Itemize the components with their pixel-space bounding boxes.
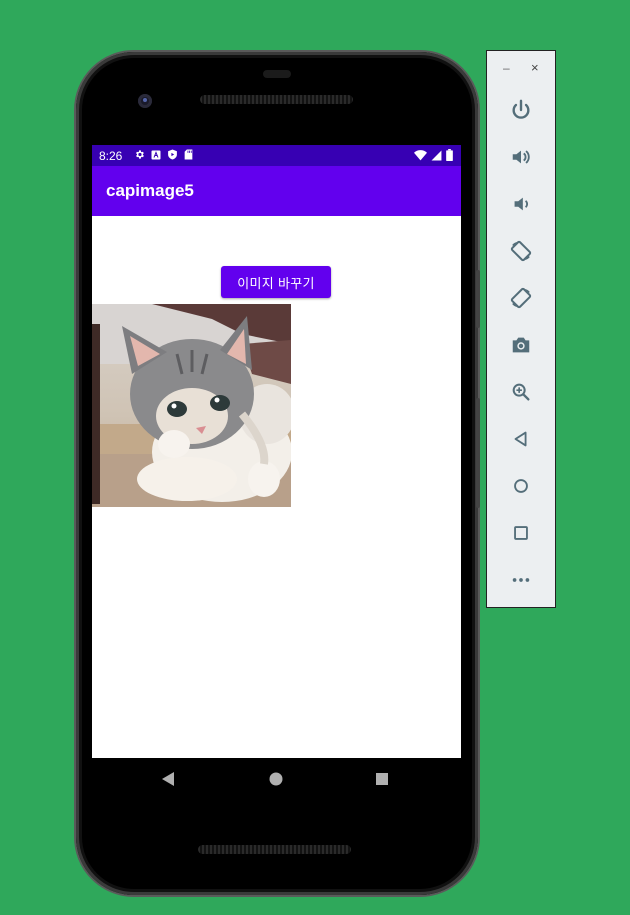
battery-icon — [446, 149, 453, 161]
phone-power-key — [476, 270, 480, 328]
power-icon[interactable] — [508, 97, 534, 123]
home-icon[interactable] — [508, 473, 534, 499]
front-camera-icon — [138, 94, 152, 108]
a-badge-icon — [151, 150, 161, 160]
app-title: capimage5 — [106, 181, 194, 200]
earpiece — [263, 70, 291, 78]
home-icon[interactable] — [268, 770, 286, 788]
sd-card-icon — [184, 149, 193, 160]
recents-icon[interactable] — [374, 770, 392, 788]
kitten-photo — [92, 304, 291, 507]
change-image-button[interactable]: 이미지 바꾸기 — [221, 266, 331, 298]
back-icon[interactable] — [508, 426, 534, 452]
settings-icon — [134, 149, 145, 160]
overview-icon[interactable] — [508, 520, 534, 546]
back-icon[interactable] — [160, 770, 178, 788]
rotate-right-icon[interactable] — [508, 285, 534, 311]
cell-signal-icon — [431, 150, 442, 161]
app-bar: capimage5 — [92, 166, 461, 216]
status-time: 8:26 — [99, 149, 123, 163]
screenshot-icon[interactable] — [508, 332, 534, 358]
status-bar: 8:26 — [92, 145, 461, 166]
phone-volume-key — [476, 398, 480, 508]
wifi-icon — [414, 149, 427, 161]
more-icon[interactable] — [508, 567, 534, 593]
play-protect-icon — [167, 149, 178, 160]
minimize-icon[interactable]: – — [503, 62, 513, 74]
volume-down-icon[interactable] — [508, 191, 534, 217]
close-icon[interactable]: × — [531, 61, 541, 74]
rotate-left-icon[interactable] — [508, 238, 534, 264]
nav-bar — [92, 758, 461, 800]
emulator-toolbar: – × — [486, 50, 556, 608]
phone-screen: 8:26 capimage5 이미지 바꾸기 — [92, 145, 461, 758]
top-speaker-grille — [200, 95, 353, 104]
emulator-window-controls: – × — [487, 51, 555, 89]
bottom-speaker-grille — [198, 845, 351, 854]
zoom-icon[interactable] — [508, 379, 534, 405]
volume-up-icon[interactable] — [508, 144, 534, 170]
